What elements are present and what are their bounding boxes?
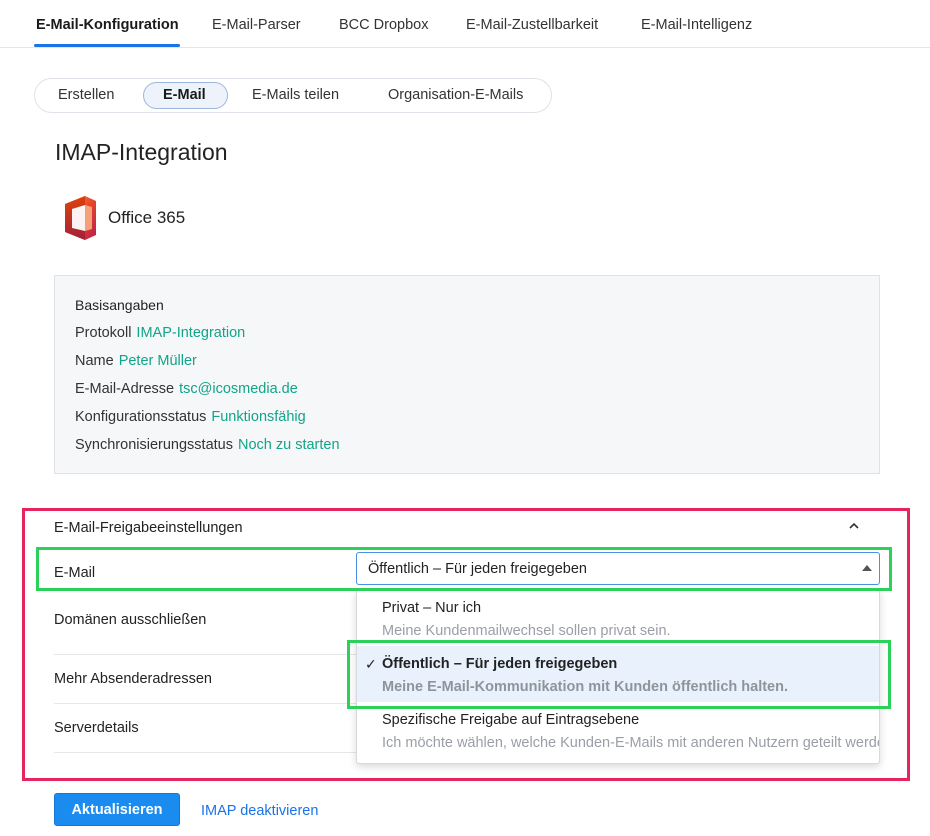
info-value: Peter Müller (118, 353, 197, 369)
info-label: Synchronisierungsstatus (75, 437, 233, 453)
highlight-frame-green-selected-option (347, 640, 891, 709)
tab-email-intelligenz[interactable]: E-Mail-Intelligenz (641, 17, 752, 33)
info-label: Name (75, 353, 114, 369)
info-row-name: Name Peter Müller (75, 353, 197, 369)
tab-email-zustellbarkeit[interactable]: E-Mail-Zustellbarkeit (466, 17, 598, 33)
subtab-erstellen[interactable]: Erstellen (58, 87, 114, 103)
basic-info-heading: Basisangaben (75, 297, 164, 313)
info-label: Protokoll (75, 325, 132, 341)
info-value: Noch zu starten (237, 437, 340, 453)
subtab-organisation-emails[interactable]: Organisation-E-Mails (388, 87, 523, 103)
subtab-emails-teilen[interactable]: E-Mails teilen (252, 87, 339, 103)
info-value: IMAP-Integration (136, 325, 246, 341)
info-row-synchronisierungsstatus: Synchronisierungsstatus Noch zu starten (75, 437, 340, 453)
active-tab-indicator (34, 44, 180, 47)
provider-name: Office 365 (108, 208, 186, 227)
top-tab-bar: E-Mail-Konfiguration E-Mail-Parser BCC D… (0, 0, 930, 48)
tab-email-parser[interactable]: E-Mail-Parser (212, 17, 301, 33)
deactivate-imap-link[interactable]: IMAP deaktivieren (201, 803, 318, 819)
info-row-email-adresse: E-Mail-Adresse tsc@icosmedia.de (75, 381, 298, 397)
office-365-logo-icon (65, 196, 96, 240)
info-row-protokoll: Protokoll IMAP-Integration (75, 325, 245, 341)
settings-panel: E-Mail-Konfiguration E-Mail-Parser BCC D… (0, 0, 930, 836)
tab-email-konfiguration[interactable]: E-Mail-Konfiguration (36, 17, 179, 33)
info-value: tsc@icosmedia.de (179, 381, 298, 397)
tab-bcc-dropbox[interactable]: BCC Dropbox (339, 17, 428, 33)
subtab-email[interactable]: E-Mail (163, 87, 206, 103)
info-label: E-Mail-Adresse (75, 381, 175, 397)
highlight-frame-green-email-row (36, 547, 892, 591)
info-value: Funktionsfähig (211, 409, 306, 425)
basic-info-box: Basisangaben Protokoll IMAP-Integration N… (54, 275, 880, 474)
sub-tab-group: Erstellen E-Mail E-Mails teilen Organisa… (34, 78, 552, 113)
info-label: Konfigurationsstatus (75, 409, 207, 425)
page-title: IMAP-Integration (55, 139, 228, 165)
update-button[interactable]: Aktualisieren (54, 793, 180, 826)
info-row-konfigurationsstatus: Konfigurationsstatus Funktionsfähig (75, 409, 306, 425)
